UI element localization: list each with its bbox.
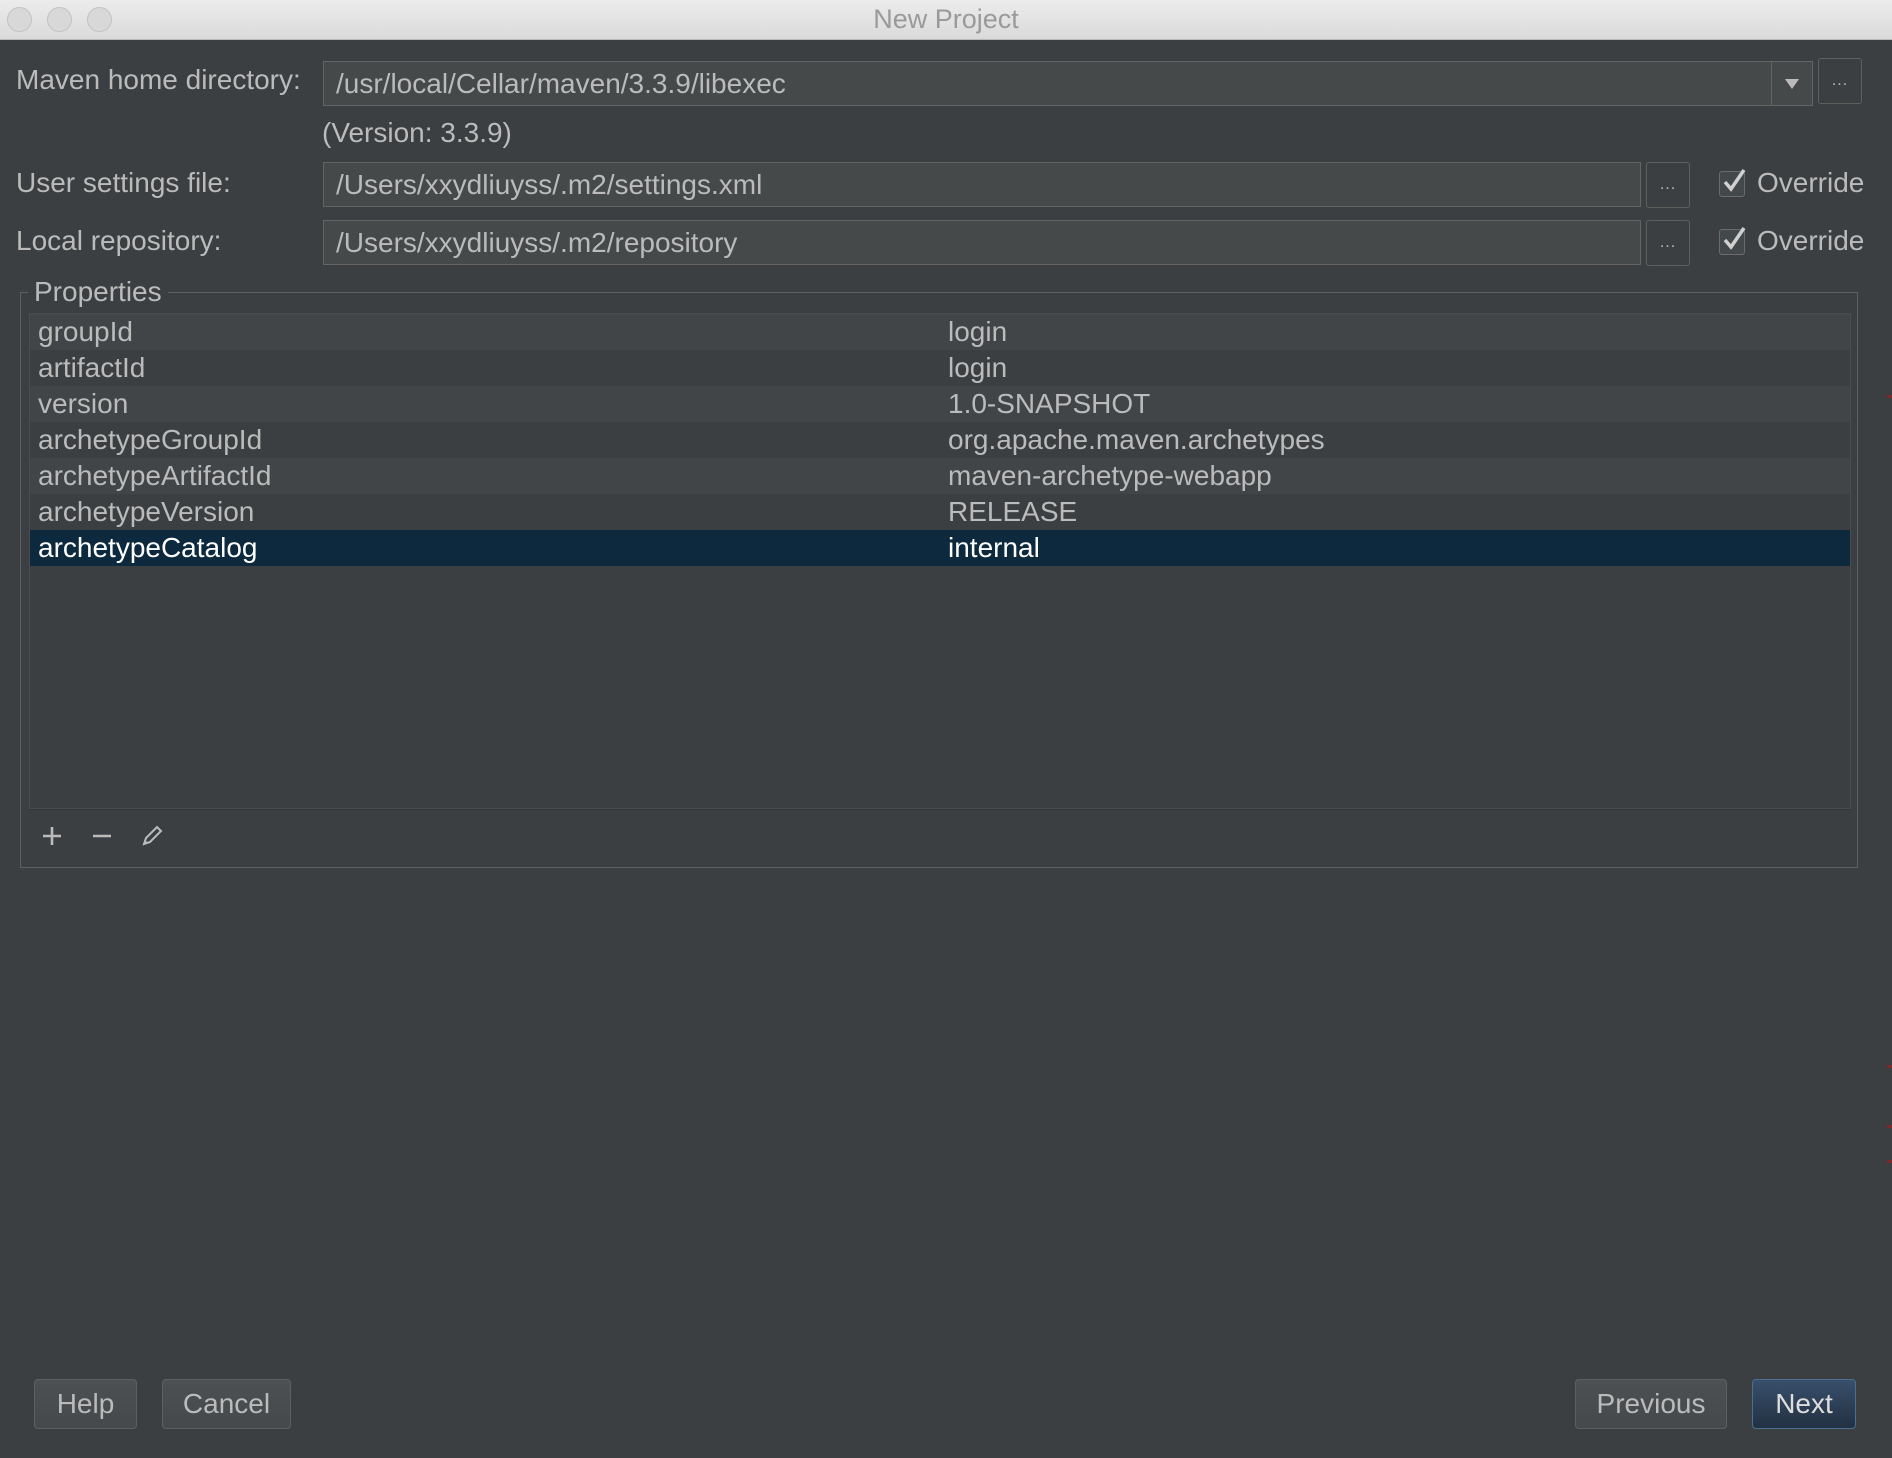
maven-home-combobox[interactable]: /usr/local/Cellar/maven/3.3.9/libexec bbox=[323, 61, 1772, 106]
property-value: 1.0-SNAPSHOT bbox=[948, 388, 1151, 419]
ellipsis-icon: ... bbox=[1659, 234, 1677, 251]
properties-toolbar bbox=[29, 809, 1851, 862]
property-key: archetypeArtifactId bbox=[38, 460, 272, 491]
table-row[interactable]: artifactId login bbox=[30, 350, 1850, 386]
user-settings-browse-button[interactable]: ... bbox=[1646, 162, 1690, 208]
maven-home-value: /usr/local/Cellar/maven/3.3.9/libexec bbox=[336, 67, 786, 99]
property-value: login bbox=[948, 352, 1008, 383]
table-row-selected[interactable]: archetypeCatalog internal bbox=[30, 530, 1850, 566]
checkmark-icon bbox=[1723, 227, 1746, 250]
maven-home-dropdown-button[interactable] bbox=[1771, 61, 1813, 106]
property-key: archetypeGroupId bbox=[38, 424, 263, 455]
user-settings-label: User settings file: bbox=[16, 167, 231, 198]
next-button[interactable]: Next bbox=[1752, 1379, 1856, 1429]
property-value: maven-archetype-webapp bbox=[948, 460, 1272, 491]
local-repository-override-checkbox[interactable] bbox=[1719, 227, 1746, 255]
user-settings-override-checkbox[interactable] bbox=[1719, 169, 1746, 197]
chevron-down-icon bbox=[1785, 78, 1799, 89]
add-property-button[interactable] bbox=[38, 822, 66, 850]
maven-home-browse-button[interactable]: ... bbox=[1818, 58, 1862, 104]
local-repository-override-label: Override bbox=[1757, 225, 1865, 256]
local-repository-value: /Users/xxydliuyss/.m2/repository bbox=[336, 226, 738, 258]
property-key: groupId bbox=[38, 316, 133, 347]
maven-home-label: Maven home directory: bbox=[16, 64, 301, 95]
ellipsis-icon: ... bbox=[1659, 176, 1677, 193]
cancel-button[interactable]: Cancel bbox=[162, 1379, 291, 1429]
property-key: archetypeVersion bbox=[38, 496, 255, 527]
edge-marker bbox=[1887, 395, 1892, 398]
edit-property-button[interactable] bbox=[138, 822, 166, 850]
property-value: org.apache.maven.archetypes bbox=[948, 424, 1325, 455]
edge-marker bbox=[1887, 1065, 1892, 1068]
table-row[interactable]: archetypeVersion RELEASE bbox=[30, 494, 1850, 530]
property-key: artifactId bbox=[38, 352, 146, 383]
title-bar: New Project bbox=[0, 0, 1892, 40]
local-repository-field[interactable]: /Users/xxydliuyss/.m2/repository bbox=[323, 220, 1641, 265]
properties-title: Properties bbox=[28, 276, 168, 308]
table-row[interactable]: archetypeGroupId org.apache.maven.archet… bbox=[30, 422, 1850, 458]
edge-marker bbox=[1887, 1125, 1892, 1128]
ellipsis-icon: ... bbox=[1831, 72, 1849, 89]
checkmark-icon bbox=[1723, 169, 1746, 192]
previous-button[interactable]: Previous bbox=[1575, 1379, 1727, 1429]
maven-version-text: (Version: 3.3.9) bbox=[322, 117, 512, 148]
user-settings-field[interactable]: /Users/xxydliuyss/.m2/settings.xml bbox=[323, 162, 1641, 207]
local-repository-label: Local repository: bbox=[16, 225, 222, 256]
user-settings-value: /Users/xxydliuyss/.m2/settings.xml bbox=[336, 168, 763, 200]
table-row[interactable]: archetypeArtifactId maven-archetype-weba… bbox=[30, 458, 1850, 494]
remove-icon bbox=[93, 834, 111, 838]
help-button[interactable]: Help bbox=[34, 1379, 137, 1429]
edit-icon bbox=[142, 825, 163, 846]
add-icon bbox=[43, 827, 61, 845]
window-title: New Project bbox=[873, 4, 1019, 34]
edge-marker bbox=[1887, 1160, 1892, 1163]
table-row[interactable]: groupId login bbox=[30, 314, 1850, 350]
property-value: login bbox=[948, 316, 1008, 347]
properties-table[interactable]: groupId login artifactId login version 1… bbox=[29, 313, 1851, 809]
property-value: RELEASE bbox=[948, 496, 1078, 527]
user-settings-override-label: Override bbox=[1757, 167, 1865, 198]
local-repository-browse-button[interactable]: ... bbox=[1646, 220, 1690, 266]
table-row[interactable]: version 1.0-SNAPSHOT bbox=[30, 386, 1850, 422]
property-key: archetypeCatalog bbox=[38, 532, 258, 563]
property-value: internal bbox=[948, 532, 1040, 563]
property-key: version bbox=[38, 388, 129, 419]
remove-property-button[interactable] bbox=[88, 822, 116, 850]
